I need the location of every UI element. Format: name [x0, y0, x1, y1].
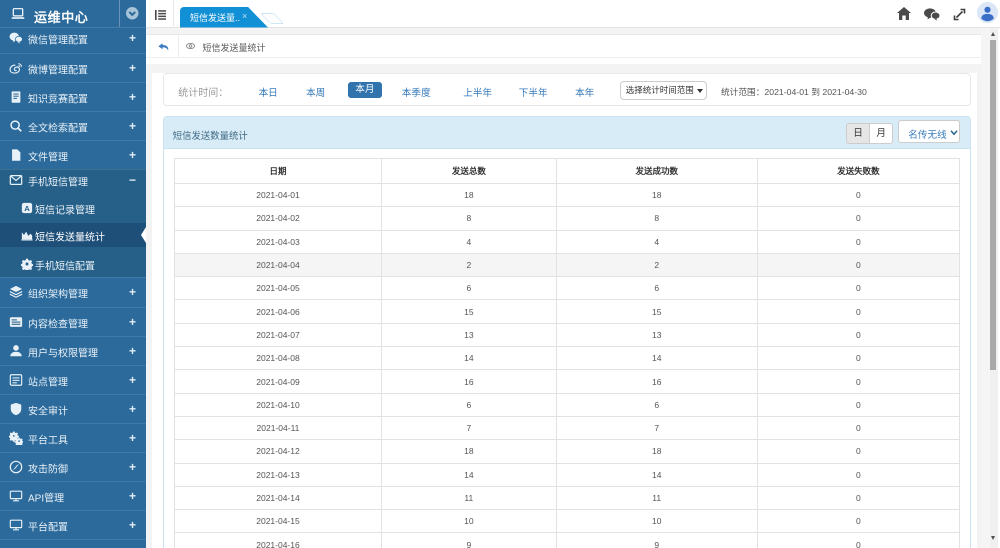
svg-text:A: A: [24, 204, 30, 213]
